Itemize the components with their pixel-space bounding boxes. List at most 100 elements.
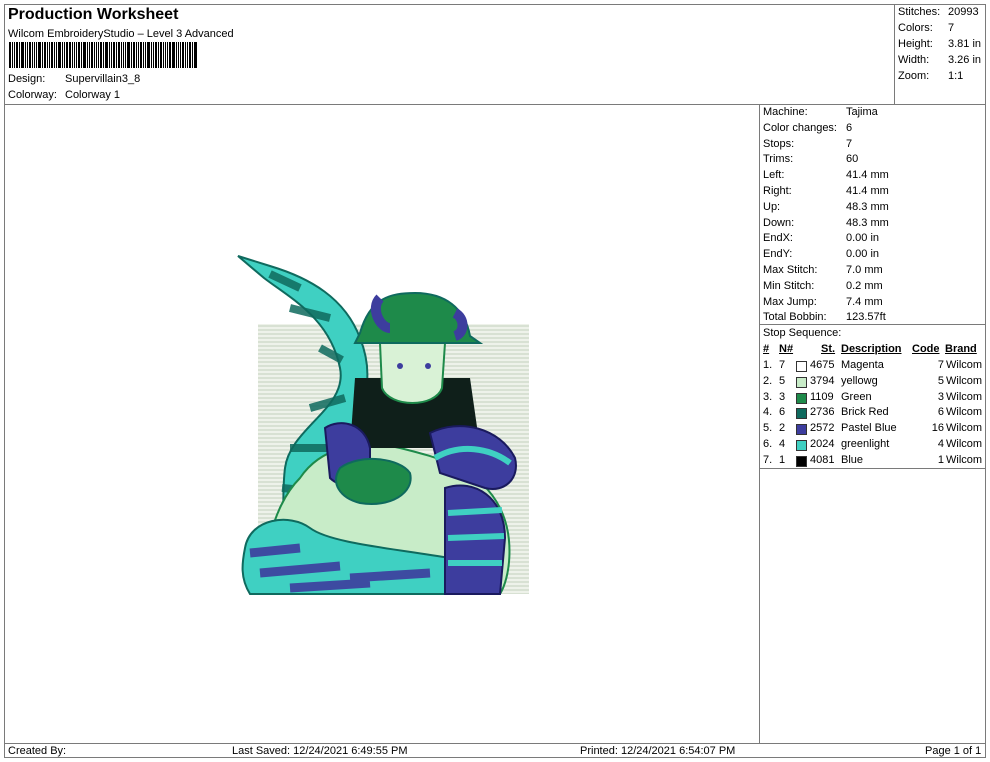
barcode-bar (29, 42, 31, 68)
barcode-bar (74, 42, 75, 68)
barcode-bar (118, 42, 120, 68)
sequence-needle: 4 (779, 438, 786, 450)
barcode-bar (111, 42, 112, 68)
sequence-description: yellowg (841, 374, 878, 387)
sequence-code: 3 (937, 390, 944, 403)
machine-info-label: Max Jump: (763, 295, 817, 308)
barcode-bar (176, 42, 177, 68)
barcode-bar (169, 42, 171, 68)
barcode-bar (182, 42, 184, 68)
width-label: Width: (898, 54, 930, 66)
stop-sequence-divider (759, 324, 986, 325)
stitches-value: 20993 (948, 6, 979, 18)
stop-sequence-row: 2. 5 3794 yellowg 5 Wilcom (762, 375, 986, 391)
created-by: Created By: (8, 745, 67, 757)
barcode-bar (78, 42, 80, 68)
last-saved: Last Saved: 12/24/2021 6:49:55 PM (232, 745, 408, 757)
barcode-bar (58, 42, 61, 68)
sequence-stitches: 2736 (810, 406, 835, 419)
barcode-bar (178, 42, 179, 68)
barcode-bar (103, 42, 104, 68)
sequence-needle: 1 (779, 453, 786, 466)
barcode-bar (147, 42, 150, 68)
sequence-description: Magenta (841, 359, 884, 371)
sequence-index: 1. (763, 359, 773, 371)
barcode-bar (51, 42, 53, 68)
colorway-label: Colorway: (8, 89, 57, 101)
stop-sequence-row: 4. 6 2736 Brick Red 6 Wilcom (762, 406, 986, 422)
barcode-bar (89, 42, 90, 68)
zoom-label: Zoom: (898, 70, 930, 82)
barcode-bar (155, 42, 157, 68)
header-divider (4, 104, 986, 105)
page-number: Page 1 of 1 (925, 745, 982, 757)
barcode-bar (163, 42, 164, 68)
barcode-bar (189, 42, 191, 68)
barcode-bar (25, 42, 26, 68)
sequence-needle: 2 (779, 422, 786, 435)
height-label: Height: (898, 38, 933, 50)
barcode-bar (116, 42, 117, 68)
sequence-index: 7. (763, 453, 773, 466)
barcode-bar (44, 42, 46, 68)
machine-info-value: 7.4 mm (846, 295, 883, 308)
barcode-bar (76, 42, 77, 68)
sequence-needle: 7 (779, 359, 786, 371)
sequence-needle: 5 (779, 374, 786, 387)
machine-info-value: 0.2 mm (846, 279, 883, 292)
stitches-label: Stitches: (898, 6, 941, 18)
barcode-bar (180, 42, 181, 68)
header-needle: N# (779, 343, 794, 355)
machine-info-label: Min Stitch: (763, 279, 815, 292)
barcode-bar (100, 42, 102, 68)
sequence-stitches: 1109 (810, 390, 834, 403)
barcode-bar (187, 42, 188, 68)
barcode-bar (9, 42, 11, 68)
page-title: Production Worksheet (8, 6, 179, 23)
machine-info-label: EndY: (763, 248, 793, 261)
sequence-code: 1 (937, 453, 944, 466)
thread-color-swatch (796, 455, 807, 467)
barcode-bar (158, 42, 159, 68)
sequence-brand: Wilcom (946, 374, 983, 387)
width-value: 3.26 in (948, 54, 982, 66)
sequence-index: 5. (763, 422, 773, 435)
sequence-index: 6. (763, 438, 773, 450)
thread-color-swatch (796, 361, 807, 372)
barcode-bar (14, 42, 15, 68)
sequence-brand: Wilcom (946, 438, 983, 450)
thread-color-swatch (796, 376, 807, 388)
barcode-bar (133, 42, 135, 68)
barcode-bar (151, 42, 152, 68)
machine-info-label: Stops: (763, 137, 795, 150)
header-stitches: St. (821, 343, 836, 355)
machine-info-label: Machine: (763, 106, 808, 118)
barcode-bar (27, 42, 28, 68)
sequence-brand: Wilcom (946, 359, 983, 371)
barcode-bar (143, 42, 144, 68)
sequence-brand: Wilcom (946, 390, 983, 403)
sequence-brand: Wilcom (946, 406, 983, 419)
barcode-bar (72, 42, 73, 68)
machine-info-value: 0.00 in (846, 248, 880, 261)
barcode-bar (172, 42, 175, 68)
barcode-icon (9, 42, 221, 68)
stop-sequence-row: 7. 1 4081 Blue 1 Wilcom (762, 454, 986, 470)
colors-label: Colors: (898, 22, 933, 34)
footer-divider (4, 743, 986, 744)
barcode-bar (62, 42, 63, 68)
barcode-bar (94, 42, 95, 68)
machine-info-value: 60 (846, 153, 859, 166)
machine-info-value: 7 (846, 137, 853, 150)
sequence-index: 3. (763, 390, 773, 403)
stop-sequence-title: Stop Sequence: (763, 327, 842, 339)
sequence-brand: Wilcom (946, 422, 983, 435)
software-name: Wilcom EmbroideryStudio – Level 3 Advanc… (8, 28, 234, 40)
barcode-bar (192, 42, 193, 68)
thread-color-swatch (796, 408, 807, 420)
sequence-index: 4. (763, 406, 773, 419)
machine-info-label: EndX: (763, 232, 793, 245)
machine-info-label: Color changes: (763, 121, 837, 134)
barcode-bar (105, 42, 108, 68)
barcode-bar (16, 42, 18, 68)
